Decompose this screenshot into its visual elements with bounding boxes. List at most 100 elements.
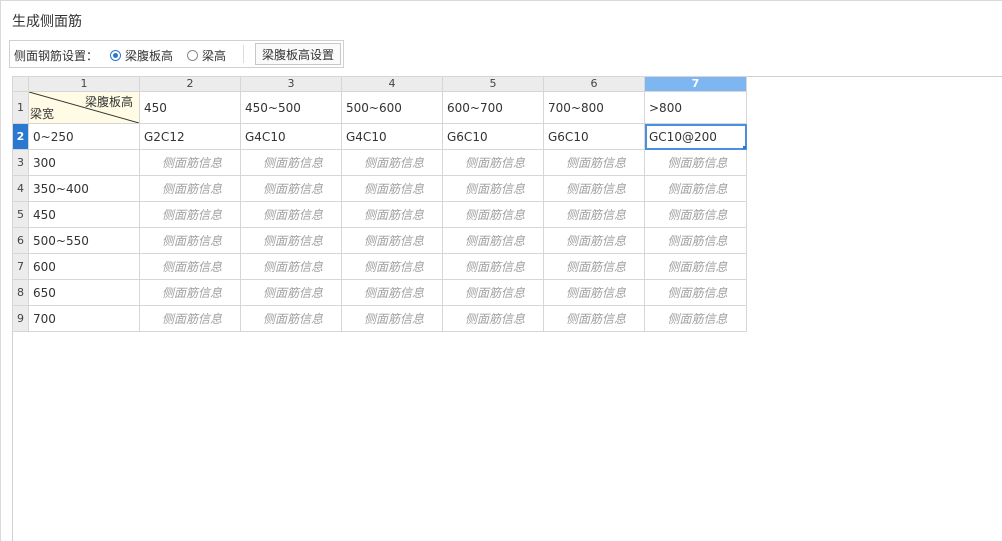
side-rebar-placeholder-cell[interactable]: 侧面筋信息 <box>442 227 544 254</box>
beam-width-cell[interactable]: 350~400 <box>28 175 140 202</box>
side-rebar-placeholder-cell[interactable]: 侧面筋信息 <box>543 201 645 228</box>
side-rebar-placeholder-cell[interactable]: 侧面筋信息 <box>341 175 443 202</box>
side-rebar-placeholder-cell[interactable]: 侧面筋信息 <box>139 305 241 332</box>
table-row: 5 450 侧面筋信息 侧面筋信息 侧面筋信息 侧面筋信息 侧面筋信息 侧面筋信息 <box>12 201 747 228</box>
side-rebar-placeholder-cell[interactable]: 侧面筋信息 <box>442 305 544 332</box>
web-height-header-row: 1 梁腹板高 梁宽 450 450~500 500~600 600~700 70… <box>12 91 747 124</box>
col-header-4[interactable]: 4 <box>341 76 443 92</box>
col-header-7[interactable]: 7 <box>644 76 747 92</box>
side-rebar-placeholder-cell[interactable]: 侧面筋信息 <box>240 305 342 332</box>
radio-dot-icon <box>187 50 198 61</box>
beam-width-cell[interactable]: 300 <box>28 149 140 176</box>
row-header-9[interactable]: 9 <box>12 305 29 332</box>
side-rebar-placeholder-cell[interactable]: 侧面筋信息 <box>543 175 645 202</box>
side-rebar-placeholder-cell[interactable]: 侧面筋信息 <box>139 175 241 202</box>
side-rebar-cell[interactable]: G4C10 <box>341 123 443 150</box>
side-rebar-placeholder-cell[interactable]: 侧面筋信息 <box>442 149 544 176</box>
beam-width-cell[interactable]: 700 <box>28 305 140 332</box>
col-header-5[interactable]: 5 <box>442 76 544 92</box>
side-rebar-placeholder-cell[interactable]: 侧面筋信息 <box>240 149 342 176</box>
side-rebar-cell[interactable]: G6C10 <box>543 123 645 150</box>
side-rebar-placeholder-cell[interactable]: 侧面筋信息 <box>644 227 747 254</box>
side-rebar-placeholder-cell[interactable]: 侧面筋信息 <box>543 305 645 332</box>
radio-dot-selected-icon <box>110 50 121 61</box>
side-rebar-placeholder-cell[interactable]: 侧面筋信息 <box>240 279 342 306</box>
web-height-cell[interactable]: 500~600 <box>341 91 443 124</box>
side-rebar-placeholder-cell[interactable]: 侧面筋信息 <box>644 175 747 202</box>
side-rebar-placeholder-cell[interactable]: 侧面筋信息 <box>442 201 544 228</box>
side-rebar-placeholder-cell[interactable]: 侧面筋信息 <box>139 149 241 176</box>
grid-corner <box>12 76 29 92</box>
row-header-1[interactable]: 1 <box>12 91 29 124</box>
side-rebar-placeholder-cell[interactable]: 侧面筋信息 <box>341 201 443 228</box>
beam-width-cell[interactable]: 500~550 <box>28 227 140 254</box>
beam-width-axis-label: 梁宽 <box>30 107 55 121</box>
web-height-cell[interactable]: >800 <box>644 91 747 124</box>
window-left-border <box>0 0 1 541</box>
web-height-cell[interactable]: 700~800 <box>543 91 645 124</box>
col-header-3[interactable]: 3 <box>240 76 342 92</box>
side-rebar-placeholder-cell[interactable]: 侧面筋信息 <box>644 201 747 228</box>
side-rebar-placeholder-cell[interactable]: 侧面筋信息 <box>341 279 443 306</box>
web-height-cell[interactable]: 600~700 <box>442 91 544 124</box>
row-header-7[interactable]: 7 <box>12 253 29 280</box>
side-rebar-placeholder-cell[interactable]: 侧面筋信息 <box>543 149 645 176</box>
row-header-5[interactable]: 5 <box>12 201 29 228</box>
side-rebar-placeholder-cell[interactable]: 侧面筋信息 <box>644 279 747 306</box>
table-row: 3 300 侧面筋信息 侧面筋信息 侧面筋信息 侧面筋信息 侧面筋信息 侧面筋信息 <box>12 149 747 176</box>
col-header-1[interactable]: 1 <box>28 76 140 92</box>
col-header-2[interactable]: 2 <box>139 76 241 92</box>
side-rebar-cell[interactable]: G6C10 <box>442 123 544 150</box>
beam-width-cell[interactable]: 0~250 <box>28 123 140 150</box>
row-header-8[interactable]: 8 <box>12 279 29 306</box>
side-rebar-placeholder-cell[interactable]: 侧面筋信息 <box>341 305 443 332</box>
side-rebar-placeholder-cell[interactable]: 侧面筋信息 <box>644 253 747 280</box>
diagonal-header-cell[interactable]: 梁腹板高 梁宽 <box>28 91 140 124</box>
side-rebar-placeholder-cell[interactable]: 侧面筋信息 <box>543 253 645 280</box>
web-height-cell[interactable]: 450~500 <box>240 91 342 124</box>
side-rebar-placeholder-cell[interactable]: 侧面筋信息 <box>341 149 443 176</box>
side-rebar-placeholder-cell[interactable]: 侧面筋信息 <box>139 227 241 254</box>
side-rebar-placeholder-cell[interactable]: 侧面筋信息 <box>442 175 544 202</box>
side-rebar-placeholder-cell[interactable]: 侧面筋信息 <box>240 175 342 202</box>
window-top-border <box>0 0 1002 1</box>
side-rebar-placeholder-cell[interactable]: 侧面筋信息 <box>442 279 544 306</box>
side-rebar-placeholder-cell[interactable]: 侧面筋信息 <box>139 201 241 228</box>
row-header-6[interactable]: 6 <box>12 227 29 254</box>
side-rebar-placeholder-cell[interactable]: 侧面筋信息 <box>240 253 342 280</box>
side-rebar-placeholder-cell[interactable]: 侧面筋信息 <box>341 253 443 280</box>
row-header-4[interactable]: 4 <box>12 175 29 202</box>
radio-web-height[interactable]: 梁腹板高 <box>110 47 173 64</box>
beam-width-cell[interactable]: 650 <box>28 279 140 306</box>
side-rebar-cell[interactable]: G4C10 <box>240 123 342 150</box>
beam-width-cell[interactable]: 450 <box>28 201 140 228</box>
toolbar-divider <box>243 45 244 63</box>
row-header-3[interactable]: 3 <box>12 149 29 176</box>
side-rebar-placeholder-cell[interactable]: 侧面筋信息 <box>543 279 645 306</box>
radio-beam-height-label: 梁高 <box>202 49 227 63</box>
side-rebar-placeholder-cell[interactable]: 侧面筋信息 <box>644 305 747 332</box>
side-rebar-placeholder-cell[interactable]: 侧面筋信息 <box>341 227 443 254</box>
side-rebar-cell[interactable]: GC10@200 <box>644 123 747 150</box>
side-rebar-placeholder-cell[interactable]: 侧面筋信息 <box>240 201 342 228</box>
row-header-2[interactable]: 2 <box>12 123 29 150</box>
side-rebar-cell[interactable]: G2C12 <box>139 123 241 150</box>
table-row: 4 350~400 侧面筋信息 侧面筋信息 侧面筋信息 侧面筋信息 侧面筋信息 侧面筋信息 <box>12 175 747 202</box>
side-rebar-settings-label: 侧面钢筋设置： <box>14 49 99 63</box>
side-rebar-placeholder-cell[interactable]: 侧面筋信息 <box>240 227 342 254</box>
side-rebar-placeholder-cell[interactable]: 侧面筋信息 <box>543 227 645 254</box>
web-height-cell[interactable]: 450 <box>139 91 241 124</box>
table-row: 7 600 侧面筋信息 侧面筋信息 侧面筋信息 侧面筋信息 侧面筋信息 侧面筋信息 <box>12 253 747 280</box>
side-rebar-placeholder-cell[interactable]: 侧面筋信息 <box>442 253 544 280</box>
radio-beam-height[interactable]: 梁高 <box>187 47 226 64</box>
page-title: 生成侧面筋 <box>12 14 82 30</box>
side-rebar-placeholder-cell[interactable]: 侧面筋信息 <box>139 279 241 306</box>
side-rebar-placeholder-cell[interactable]: 侧面筋信息 <box>139 253 241 280</box>
beam-width-cell[interactable]: 600 <box>28 253 140 280</box>
side-rebar-placeholder-cell[interactable]: 侧面筋信息 <box>644 149 747 176</box>
col-header-6[interactable]: 6 <box>543 76 645 92</box>
web-height-settings-button[interactable]: 梁腹板高设置 <box>255 43 341 65</box>
table-row: 6 500~550 侧面筋信息 侧面筋信息 侧面筋信息 侧面筋信息 侧面筋信息 侧面筋信息 <box>12 227 747 254</box>
table-row: 2 0~250 G2C12 G4C10 G4C10 G6C10 G6C10 GC10@200 <box>12 123 747 150</box>
radio-web-height-label: 梁腹板高 <box>125 49 174 63</box>
